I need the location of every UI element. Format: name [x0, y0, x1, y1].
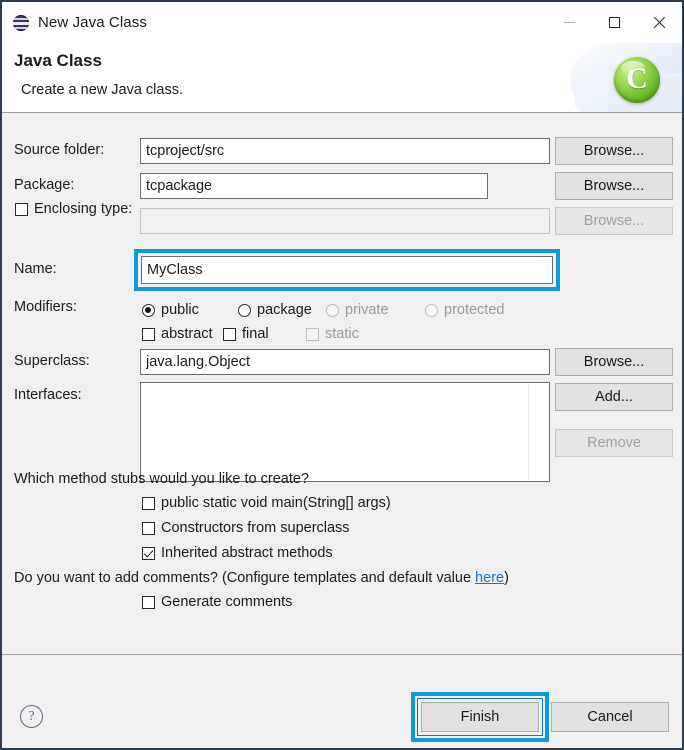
source-folder-input[interactable] [140, 138, 550, 164]
constructors-label: Constructors from superclass [161, 520, 350, 536]
generate-comments-label: Generate comments [161, 594, 293, 610]
generate-comments-checkbox[interactable] [142, 595, 155, 609]
title-bar: New Java Class [2, 2, 682, 43]
green-class-wizard-icon: C [614, 57, 660, 103]
name-input[interactable] [141, 256, 553, 284]
modifier-radio-package[interactable]: package [238, 302, 312, 318]
modifier-radio-public[interactable]: public [142, 302, 199, 318]
package-browse-button[interactable]: Browse... [555, 172, 673, 200]
package-label: Package: [14, 177, 75, 193]
cancel-button[interactable]: Cancel [551, 702, 669, 732]
dialog-body: Source folder: Browse... Package: Browse… [2, 113, 682, 748]
modifier-radio-protected[interactable]: protected [425, 302, 504, 318]
comments-question-suffix: ) [504, 570, 509, 586]
footer-divider [2, 654, 682, 655]
source-folder-browse-button[interactable]: Browse... [555, 137, 673, 165]
final-label: final [242, 326, 269, 342]
enclosing-type-browse-button[interactable]: Browse... [555, 207, 673, 235]
modifier-checkbox-static[interactable]: static [306, 326, 359, 342]
page-subtitle: Create a new Java class. [21, 82, 183, 98]
superclass-input[interactable] [140, 349, 550, 375]
source-folder-label: Source folder: [14, 142, 105, 158]
interfaces-remove-button[interactable]: Remove [555, 429, 673, 457]
static-label: static [325, 326, 359, 342]
finish-focus-ring [417, 698, 543, 736]
enclosing-type-checkbox[interactable] [15, 202, 28, 216]
superclass-label: Superclass: [14, 353, 90, 369]
page-title: Java Class [14, 51, 102, 70]
window-controls [547, 2, 682, 43]
maximize-icon [609, 17, 620, 28]
maximize-button[interactable] [592, 2, 637, 43]
comments-question: Do you want to add comments? (Configure … [14, 570, 509, 586]
main-method-checkbox[interactable] [142, 496, 155, 510]
enclosing-type-label: Enclosing type: [34, 201, 133, 217]
package-input[interactable] [140, 173, 488, 199]
window-title: New Java Class [38, 14, 147, 31]
constructors-checkbox[interactable] [142, 521, 155, 535]
package-radio[interactable] [238, 303, 251, 317]
inherited-abstract-label: Inherited abstract methods [161, 545, 333, 561]
wizard-header: Java Class Create a new Java class. C [2, 43, 682, 113]
inherited-abstract-checkbox[interactable] [142, 546, 155, 560]
superclass-browse-button[interactable]: Browse... [555, 348, 673, 376]
minimize-button[interactable] [547, 2, 592, 43]
protected-radio[interactable] [425, 303, 438, 317]
final-checkbox[interactable] [223, 327, 236, 341]
interfaces-list[interactable] [140, 382, 550, 482]
close-button[interactable] [637, 2, 682, 43]
abstract-checkbox[interactable] [142, 327, 155, 341]
modifier-checkbox-final[interactable]: final [223, 326, 269, 342]
new-java-class-dialog: New Java Class Java Class Create a new J… [0, 0, 684, 750]
enclosing-type-input[interactable] [140, 208, 550, 234]
private-label: private [345, 302, 389, 318]
stub-constructors-row[interactable]: Constructors from superclass [142, 520, 350, 536]
method-stubs-question: Which method stubs would you like to cre… [14, 471, 309, 487]
abstract-label: abstract [161, 326, 213, 342]
package-modifier-label: package [257, 302, 312, 318]
interfaces-label: Interfaces: [14, 387, 82, 403]
minimize-icon [564, 22, 575, 23]
modifier-checkbox-abstract[interactable]: abstract [142, 326, 213, 342]
enclosing-type-checkbox-row[interactable]: Enclosing type: [15, 201, 132, 217]
protected-label: protected [444, 302, 505, 318]
static-checkbox[interactable] [306, 327, 319, 341]
stub-main-method-row[interactable]: public static void main(String[] args) [142, 495, 391, 511]
interfaces-scrollbar[interactable] [528, 384, 529, 480]
interfaces-add-button[interactable]: Add... [555, 383, 673, 411]
private-radio[interactable] [326, 303, 339, 317]
public-radio[interactable] [142, 303, 155, 317]
comments-question-prefix: Do you want to add comments? (Configure … [14, 570, 476, 586]
generate-comments-row[interactable]: Generate comments [142, 594, 292, 610]
configure-templates-link[interactable]: here [475, 570, 504, 586]
modifier-radio-private[interactable]: private [326, 302, 389, 318]
close-icon [653, 16, 666, 29]
logo-letter: C [626, 62, 648, 95]
stub-inherited-row[interactable]: Inherited abstract methods [142, 545, 333, 561]
modifiers-label: Modifiers: [14, 299, 77, 315]
java-class-sphere-icon [13, 14, 29, 31]
public-label: public [161, 302, 199, 318]
name-label: Name: [14, 261, 57, 277]
main-method-label: public static void main(String[] args) [161, 495, 391, 511]
help-question-icon[interactable]: ? [20, 705, 43, 728]
